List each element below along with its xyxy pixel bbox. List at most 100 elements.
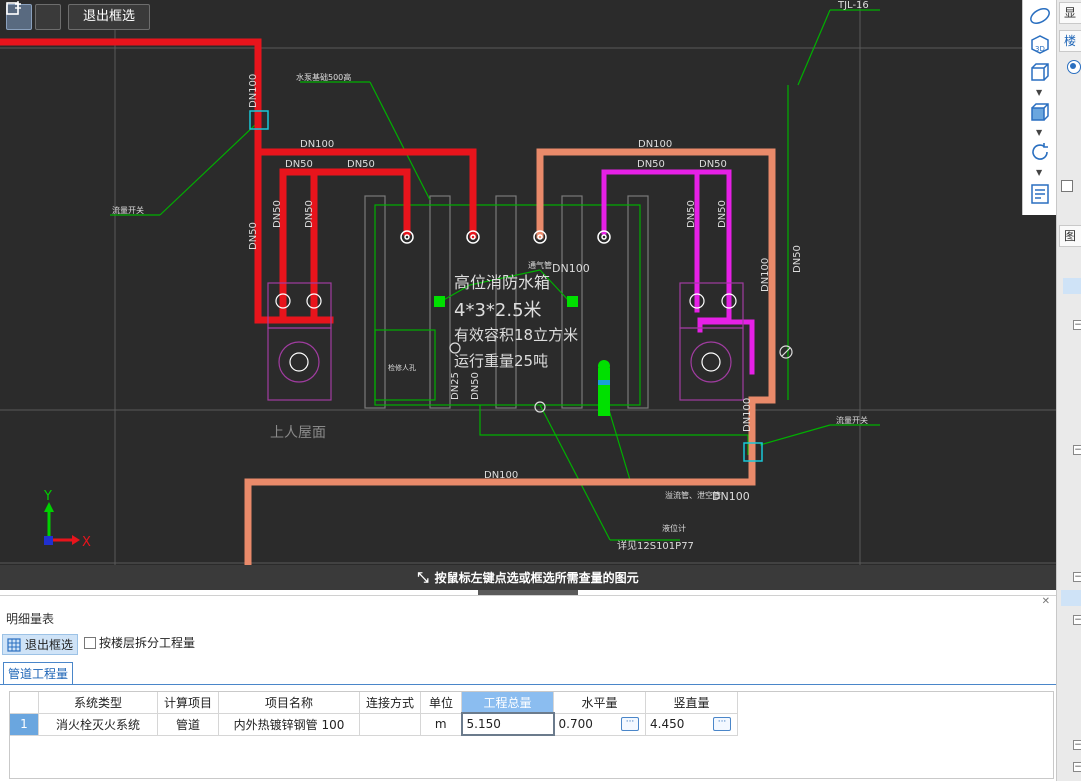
column-header-selected[interactable]: 工程总量 [461,692,554,714]
pointer-icon: ⤡ [417,569,429,586]
horizontal-value: 0.700 [558,717,593,731]
dn-label: DN50 [347,159,375,170]
exit-box-select-button[interactable]: 退出框选 [2,634,79,655]
column-header[interactable]: 系统类型 [38,692,158,714]
chevron-down-icon[interactable]: ▼ [1036,168,1042,177]
dn-label: DN50 [637,159,665,170]
level-gauge-label: 液位计 [662,523,686,533]
list-view-icon[interactable] [1028,182,1052,206]
rotate-view-icon[interactable] [1028,4,1052,28]
magenta-pipes [601,169,755,375]
overflow-dn-label: DN100 [712,490,750,503]
collapse-icon[interactable]: − [1073,445,1081,455]
tank-dim-label: 4*3*2.5米 [454,300,542,321]
unit-cell[interactable]: m [420,713,462,736]
svg-text:3D: 3D [1035,45,1045,53]
display-tab[interactable]: 显 [1059,2,1081,24]
remove-selection-icon[interactable] [6,2,61,30]
total-cell[interactable]: 5.150 [460,712,555,736]
dn-label: DN50 [699,159,727,170]
dn-label: DN50 [717,200,728,228]
view-tools: 3D ▼ ▼ ▼ [1022,0,1057,215]
gauge-band [598,380,610,385]
status-hint-bar: ⤡ 按鼠标左键点选或框选所需查量的图元 [0,565,1056,590]
cad-canvas[interactable]: Y X TJL-16 水泵基础500高 流量开关 流量开关 DN100 DN10… [0,0,1056,590]
dn-label: DN50 [248,222,259,250]
panel-title: 明细量表 [6,612,55,626]
tab-pipe-quantity[interactable]: 管道工程量 [3,662,74,684]
pump-base-note: 水泵基础500高 [296,72,351,82]
item-name-cell[interactable]: 内外热镀锌钢管 100 [218,713,360,736]
collapse-icon[interactable]: − [1073,762,1081,772]
layer-tab[interactable]: 图 [1059,225,1081,247]
dn-label: DN100 [248,74,259,108]
collapse-icon[interactable]: − [1073,320,1081,330]
close-icon[interactable]: ✕ [1042,596,1050,607]
riser-label: TJL-16 [837,0,869,11]
axis-x-label: X [82,535,91,550]
panel-toolbar: 退出框选 按楼层拆分工程量 [0,630,1056,658]
vertical-cell[interactable]: 4.450 ··· [645,713,738,736]
column-header[interactable]: 竖直量 [645,692,738,714]
row-index[interactable]: 1 [10,713,39,736]
collapse-icon[interactable]: − [1073,740,1081,750]
ref-standard-label: 详见12S101P77 [617,539,694,552]
3d-view-icon[interactable]: 3D [1028,32,1052,56]
more-icon[interactable]: ··· [621,716,639,731]
collapse-icon[interactable]: − [1073,615,1081,625]
quantity-grid: 系统类型 计算项目 项目名称 连接方式 单位 工程总量 水平量 竖直量 1 消火… [9,691,1054,779]
panel-checkbox[interactable] [1061,180,1073,192]
dn-label: DN100 [484,470,518,481]
chevron-down-icon[interactable]: ▼ [1036,88,1042,97]
column-header[interactable]: 项目名称 [218,692,360,714]
split-by-floor-checkbox[interactable]: 按楼层拆分工程量 [84,634,195,651]
radio-dot [1070,63,1076,69]
solid-view-icon[interactable] [1028,100,1052,124]
selected-row[interactable] [1063,278,1081,294]
column-header[interactable]: 单位 [420,692,462,714]
dn-label: DN100 [638,139,672,150]
calc-item-cell[interactable]: 管道 [157,713,219,736]
pump-left [267,282,332,401]
refresh-icon[interactable] [1028,140,1052,164]
selected-row[interactable] [1061,590,1081,606]
box-view-icon[interactable] [1028,60,1052,84]
horizontal-cell[interactable]: 0.700 ··· [553,713,646,736]
table-row[interactable]: 1 消火栓灭火系统 管道 内外热镀锌钢管 100 m 5.150 0.700 ·… [10,712,738,736]
row-index-header [10,692,39,714]
table-header-row: 系统类型 计算项目 项目名称 连接方式 单位 工程总量 水平量 竖直量 [10,692,738,714]
system-type-cell[interactable]: 消火栓灭火系统 [38,713,158,736]
exit-box-select-label: 退出框选 [25,638,74,652]
dn-label: DN25 [450,372,461,400]
dn-label: DN50 [470,372,481,400]
dn-label: DN100 [742,398,753,432]
connection-cell[interactable] [359,713,421,736]
cad-toolbar: 退出框选 [6,0,151,33]
pump-right [679,282,744,401]
right-flow-switch-note: 流量开关 [836,415,868,425]
exit-box-select-button[interactable]: 退出框选 [68,3,151,30]
checkbox-box[interactable] [84,636,96,649]
column-header[interactable]: 连接方式 [359,692,421,714]
hint-text: 按鼠标左键点选或框选所需查量的图元 [434,571,639,585]
column-header[interactable]: 水平量 [553,692,646,714]
left-flow-switch-note: 流量开关 [112,205,144,215]
dn-label: DN50 [792,245,803,273]
dn-label: DN50 [272,200,283,228]
pipe-end-circles [400,230,611,244]
column-header[interactable]: 计算项目 [157,692,219,714]
dn-label: DN50 [285,159,313,170]
chevron-down-icon[interactable]: ▼ [1036,128,1042,137]
vertical-value: 4.450 [650,717,685,731]
tank-volume-label: 有效容积18立方米 [454,326,578,344]
roof-access-label: 上人屋面 [270,425,326,441]
vent-dn-label: DN100 [552,262,590,275]
floor-tab[interactable]: 楼 [1059,30,1081,52]
split-by-floor-label: 按楼层拆分工程量 [99,636,196,650]
dn-label: DN100 [760,258,771,292]
manhole-label: 检修人孔 [388,363,416,372]
detail-quantity-panel: ✕ 明细量表 退出框选 按楼层拆分工程量 管道工程量 系统类型 计算项目 项目名… [0,595,1056,782]
more-icon[interactable]: ··· [713,716,731,731]
dn-label: DN50 [686,200,697,228]
collapse-icon[interactable]: − [1073,572,1081,582]
